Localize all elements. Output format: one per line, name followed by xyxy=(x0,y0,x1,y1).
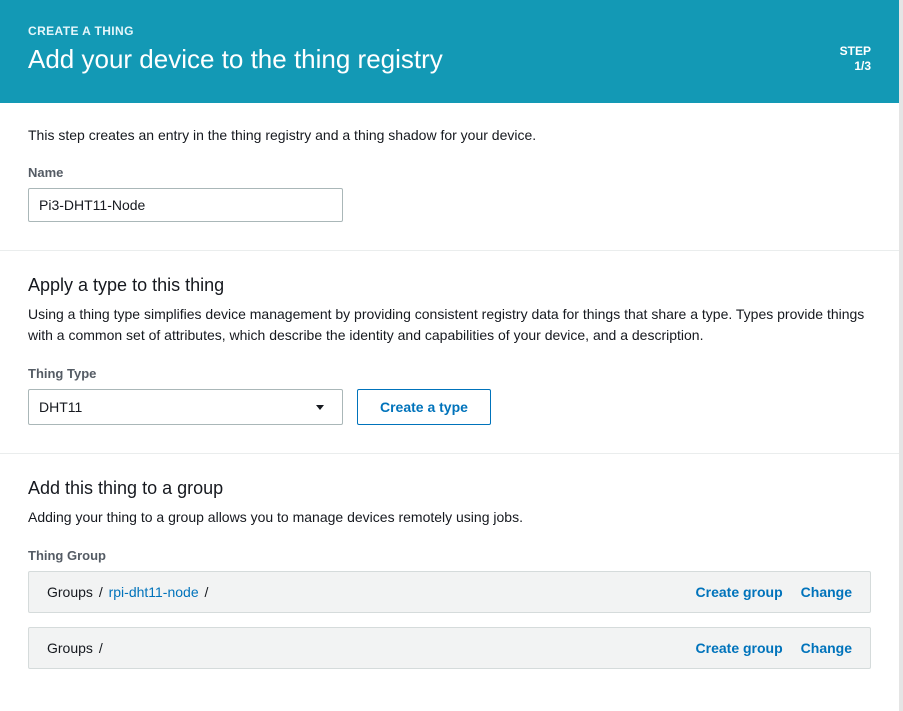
create-group-button[interactable]: Create group xyxy=(696,584,783,600)
group-path: Groups / xyxy=(47,640,105,656)
create-type-button[interactable]: Create a type xyxy=(357,389,491,425)
group-section: Add this thing to a group Adding your th… xyxy=(0,454,899,711)
group-root: Groups xyxy=(47,640,93,656)
thing-type-label: Thing Type xyxy=(28,366,871,381)
group-root: Groups xyxy=(47,584,93,600)
group-row: Groups / Create group Change xyxy=(28,627,871,669)
step-description: This step creates an entry in the thing … xyxy=(28,127,871,143)
change-group-button[interactable]: Change xyxy=(801,584,852,600)
name-input[interactable] xyxy=(28,188,343,222)
group-path: Groups / rpi-dht11-node / xyxy=(47,584,210,600)
name-section: This step creates an entry in the thing … xyxy=(0,103,899,251)
step-indicator: STEP 1/3 xyxy=(840,44,871,75)
type-section: Apply a type to this thing Using a thing… xyxy=(0,251,899,454)
step-count: 1/3 xyxy=(840,59,871,75)
group-section-description: Adding your thing to a group allows you … xyxy=(28,507,871,528)
caret-down-icon xyxy=(316,405,324,410)
name-label: Name xyxy=(28,165,871,180)
group-section-title: Add this thing to a group xyxy=(28,478,871,499)
type-section-title: Apply a type to this thing xyxy=(28,275,871,296)
type-section-description: Using a thing type simplifies device man… xyxy=(28,304,871,346)
page-header: CREATE A THING Add your device to the th… xyxy=(0,0,899,103)
create-group-button[interactable]: Create group xyxy=(696,640,783,656)
thing-type-selected: DHT11 xyxy=(39,399,82,415)
page-title: Add your device to the thing registry xyxy=(28,44,840,75)
breadcrumb: CREATE A THING xyxy=(28,24,840,38)
thing-type-select[interactable]: DHT11 xyxy=(28,389,343,425)
step-label: STEP xyxy=(840,44,871,60)
path-separator: / xyxy=(205,584,209,600)
thing-group-label: Thing Group xyxy=(28,548,871,563)
group-row: Groups / rpi-dht11-node / Create group C… xyxy=(28,571,871,613)
path-separator: / xyxy=(99,640,103,656)
path-separator: / xyxy=(99,584,103,600)
change-group-button[interactable]: Change xyxy=(801,640,852,656)
group-node-link[interactable]: rpi-dht11-node xyxy=(109,584,199,600)
